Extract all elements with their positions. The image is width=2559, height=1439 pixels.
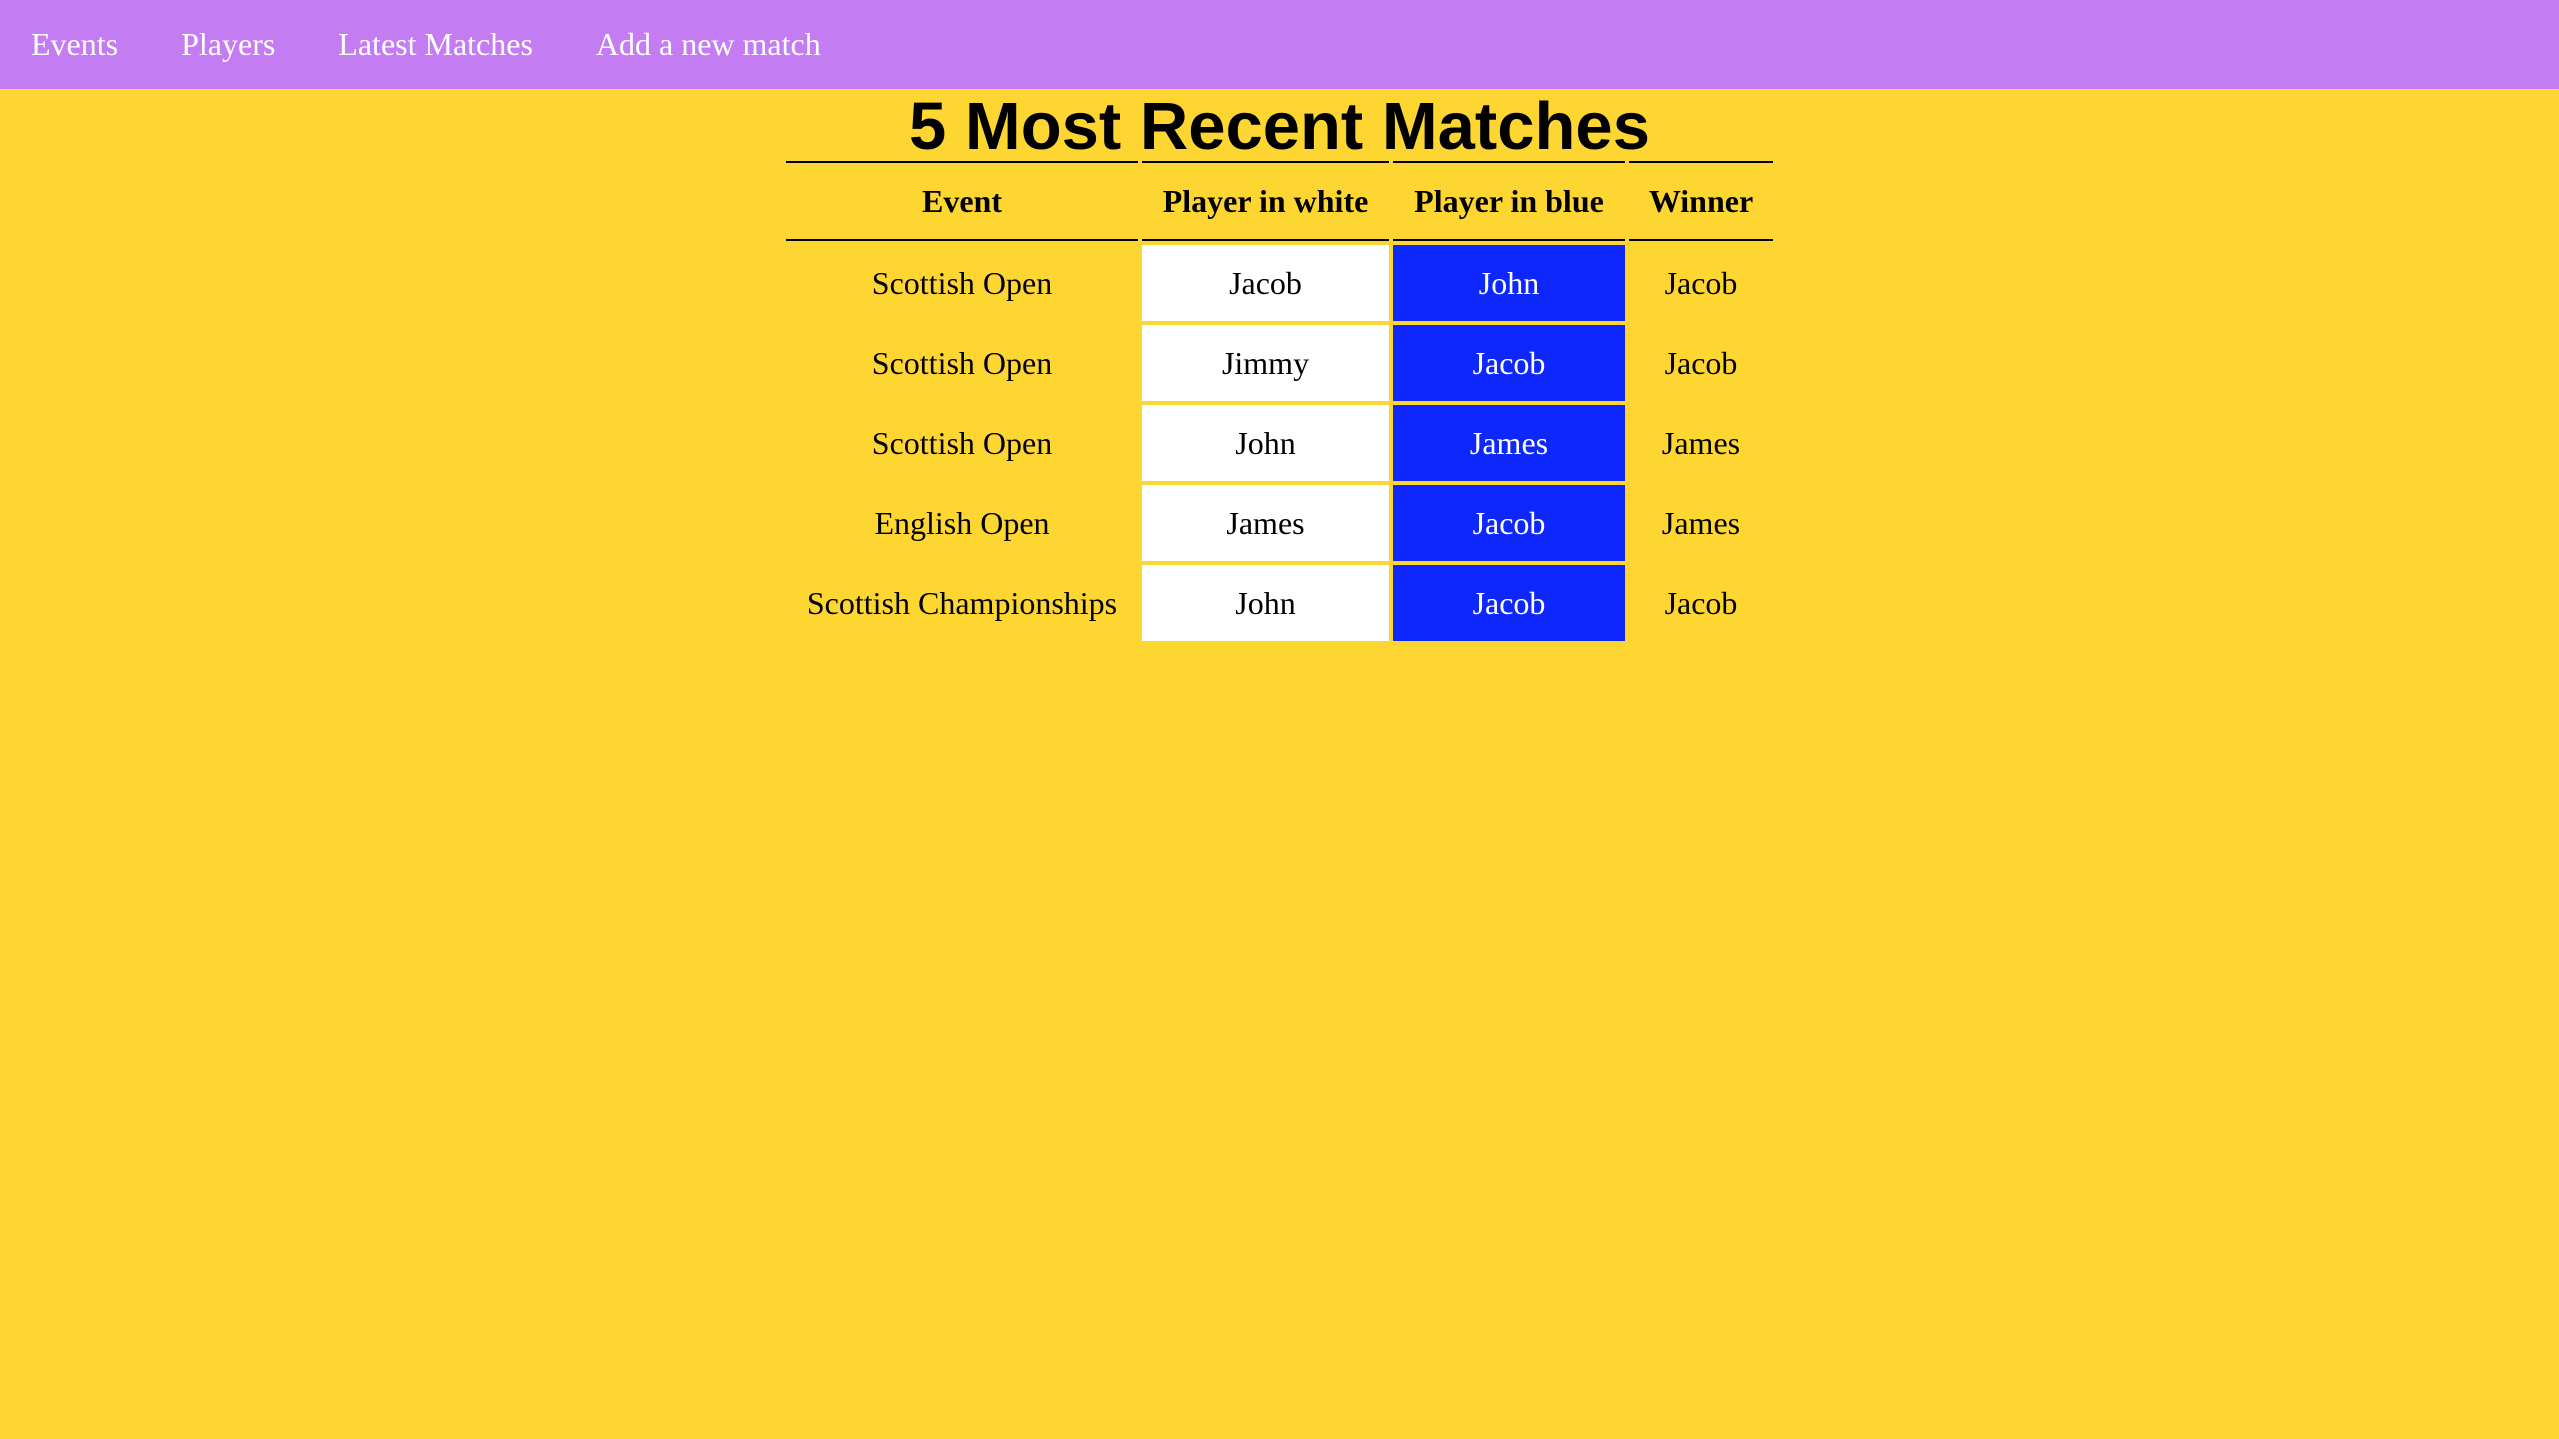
page-title: 5 Most Recent Matches (909, 89, 1650, 164)
table-row: Scottish Open John James James (786, 405, 1773, 481)
cell-winner: Jacob (1664, 264, 1738, 301)
nav-link-add-new-match[interactable]: Add a new match (596, 26, 821, 63)
nav-link-events[interactable]: Events (31, 26, 118, 63)
cell-player-blue: Jacob (1393, 485, 1625, 561)
column-header-player-blue: Player in blue (1393, 161, 1625, 241)
table-header: Event Player in white Player in blue Win… (786, 161, 1773, 241)
cell-event: Scottish Open (871, 264, 1053, 301)
matches-table: Event Player in white Player in blue Win… (782, 157, 1777, 645)
cell-event: Scottish Open (871, 344, 1053, 381)
cell-player-blue: John (1393, 245, 1625, 321)
column-header-winner: Winner (1629, 161, 1773, 241)
main-content: 5 Most Recent Matches Event Player in wh… (0, 89, 2559, 645)
cell-event: English Open (874, 504, 1050, 541)
cell-event: Scottish Open (871, 424, 1053, 461)
cell-player-white: Jimmy (1142, 325, 1389, 401)
nav-link-latest-matches[interactable]: Latest Matches (338, 26, 533, 63)
table-row: Scottish Championships John Jacob Jacob (786, 565, 1773, 641)
cell-player-blue: James (1393, 405, 1625, 481)
cell-winner: James (1661, 504, 1741, 541)
cell-event: Scottish Championships (806, 584, 1118, 621)
table-row: Scottish Open Jacob John Jacob (786, 245, 1773, 321)
column-header-event: Event (786, 161, 1138, 241)
cell-winner: James (1661, 424, 1741, 461)
table-row: English Open James Jacob James (786, 485, 1773, 561)
table-body: Scottish Open Jacob John Jacob Scottish … (786, 245, 1773, 641)
column-header-player-white: Player in white (1142, 161, 1389, 241)
navbar: Events Players Latest Matches Add a new … (0, 0, 2559, 89)
cell-winner: Jacob (1664, 344, 1738, 381)
cell-winner: Jacob (1664, 584, 1738, 621)
nav-link-players[interactable]: Players (181, 26, 275, 63)
table-header-row: Event Player in white Player in blue Win… (786, 161, 1773, 241)
cell-player-white: Jacob (1142, 245, 1389, 321)
cell-player-white: John (1142, 565, 1389, 641)
cell-player-blue: Jacob (1393, 565, 1625, 641)
cell-player-blue: Jacob (1393, 325, 1625, 401)
table-row: Scottish Open Jimmy Jacob Jacob (786, 325, 1773, 401)
cell-player-white: James (1142, 485, 1389, 561)
cell-player-white: John (1142, 405, 1389, 481)
